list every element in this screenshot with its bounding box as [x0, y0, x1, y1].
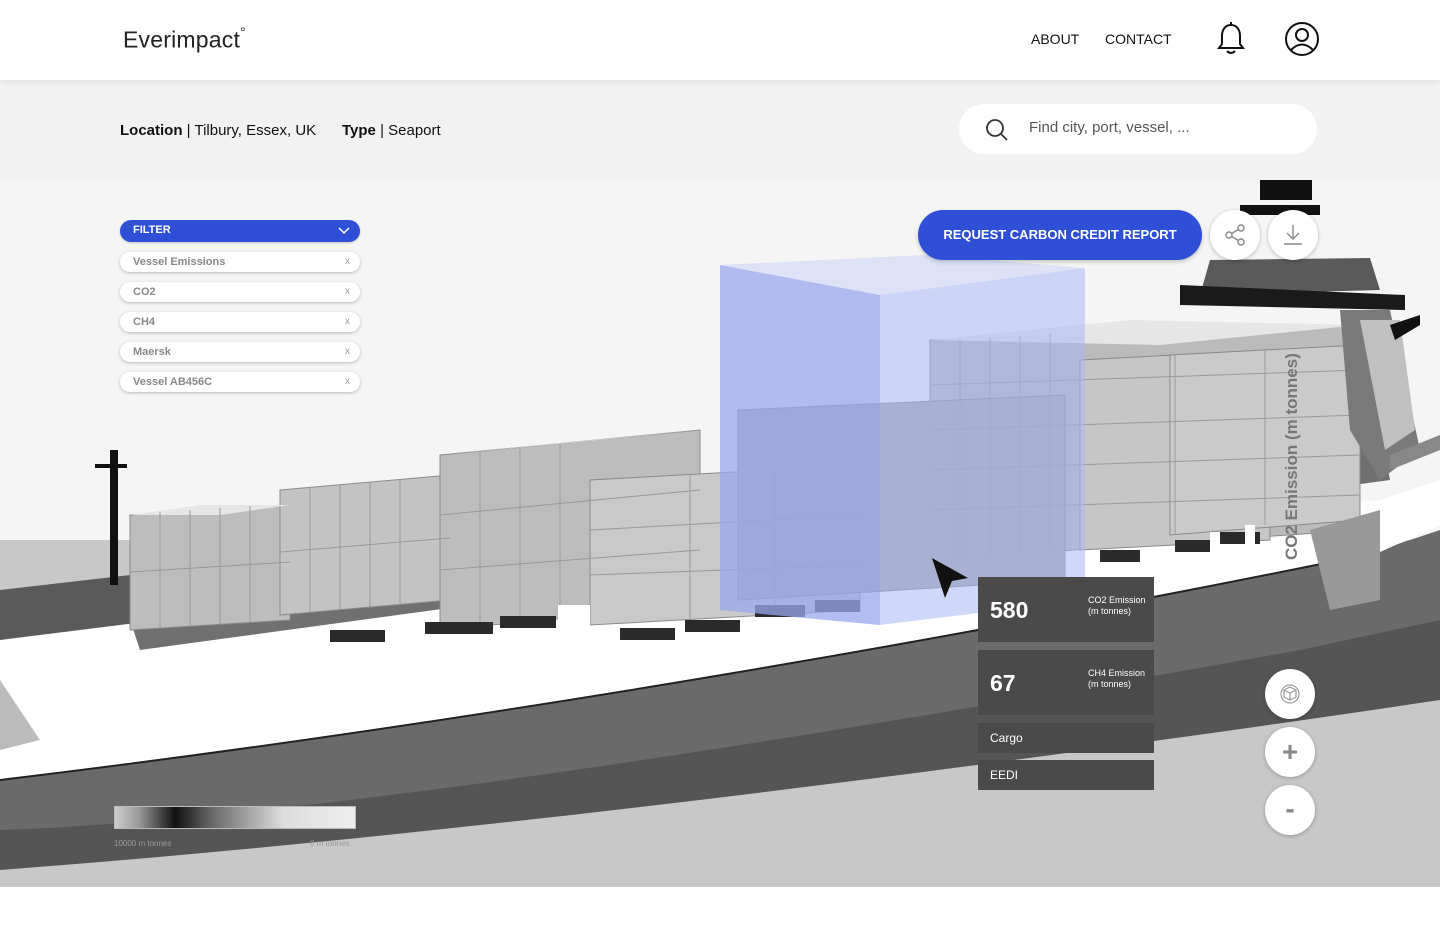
logo-text: Everimpact: [123, 26, 241, 53]
logo[interactable]: Everimpact°: [123, 24, 246, 54]
filter-chip-label: Vessel Emissions: [133, 256, 226, 268]
download-button[interactable]: [1268, 210, 1318, 260]
filter-chip[interactable]: Vessel Emissions x: [120, 252, 360, 272]
filter-chip[interactable]: CO2 x: [120, 282, 360, 302]
share-button[interactable]: [1210, 210, 1260, 260]
location-label: Location: [120, 122, 183, 139]
type-info: Type | Seaport: [342, 122, 441, 139]
request-report-button[interactable]: REQUEST CARBON CREDIT REPORT: [918, 210, 1202, 260]
remove-chip-button[interactable]: x: [345, 316, 350, 327]
location-value: | Tilbury, Essex, UK: [186, 122, 317, 139]
user-icon[interactable]: [1284, 21, 1320, 62]
filter-chip-label: Maersk: [133, 346, 171, 358]
filter-chip-label: CH4: [133, 316, 156, 328]
footer: [0, 887, 1440, 937]
rotate-3d-icon: [1280, 684, 1300, 704]
rotate-3d-button[interactable]: [1265, 669, 1315, 719]
filter-chip-label: Vessel AB456C: [133, 376, 213, 388]
filter-dropdown[interactable]: FILTER: [120, 220, 360, 242]
filter-chip[interactable]: CH4 x: [120, 312, 360, 332]
download-icon: [1284, 225, 1302, 245]
top-header: Everimpact° ABOUT CONTACT: [0, 0, 1440, 80]
nav-about[interactable]: ABOUT: [1031, 31, 1079, 47]
emission-color-scale: [114, 806, 356, 829]
filter-title: FILTER: [133, 224, 171, 236]
bell-icon[interactable]: [1216, 22, 1246, 61]
legend-max-label: 0 m tonnes: [310, 839, 350, 848]
share-icon: [1225, 224, 1245, 246]
filter-chip[interactable]: Vessel AB456C x: [120, 372, 360, 392]
search-box: [959, 104, 1317, 154]
remove-chip-button[interactable]: x: [345, 346, 350, 357]
plus-icon: +: [1281, 736, 1299, 767]
search-input[interactable]: [1027, 118, 1301, 137]
ch4-caption: CH4 Emission (m tonnes): [1088, 668, 1146, 689]
cargo-tab[interactable]: Cargo: [978, 723, 1154, 753]
legend-min-label: 10000 m tonnes: [114, 839, 172, 848]
filter-chip[interactable]: Maersk x: [120, 342, 360, 362]
co2-value: 580: [990, 597, 1029, 623]
search-icon: [986, 119, 1008, 141]
ch4-value: 67: [990, 670, 1016, 696]
remove-chip-button[interactable]: x: [345, 256, 350, 267]
type-label: Type: [342, 122, 376, 139]
remove-chip-button[interactable]: x: [345, 376, 350, 387]
logo-mark: °: [240, 24, 246, 40]
cargo-label: Cargo: [990, 731, 1023, 745]
eedi-tab[interactable]: EEDI: [978, 760, 1154, 790]
remove-chip-button[interactable]: x: [345, 286, 350, 297]
location-info: Location | Tilbury, Essex, UK: [120, 122, 316, 139]
co2-stat-card: 580 CO2 Emission (m tonnes): [978, 577, 1154, 642]
ch4-stat-card: 67 CH4 Emission (m tonnes): [978, 650, 1154, 715]
minus-icon: -: [1285, 793, 1295, 824]
chevron-down-icon: [338, 227, 350, 235]
zoom-out-button[interactable]: -: [1265, 785, 1315, 835]
co2-caption: CO2 Emission (m tonnes): [1088, 595, 1146, 616]
emission-axis-label: CO2 Emission (m tonnes): [1282, 353, 1301, 560]
zoom-in-button[interactable]: +: [1265, 727, 1315, 777]
nav-contact[interactable]: CONTACT: [1105, 31, 1172, 47]
eedi-label: EEDI: [990, 768, 1019, 782]
type-value: | Seaport: [380, 122, 441, 139]
filter-chip-label: CO2: [133, 286, 156, 298]
